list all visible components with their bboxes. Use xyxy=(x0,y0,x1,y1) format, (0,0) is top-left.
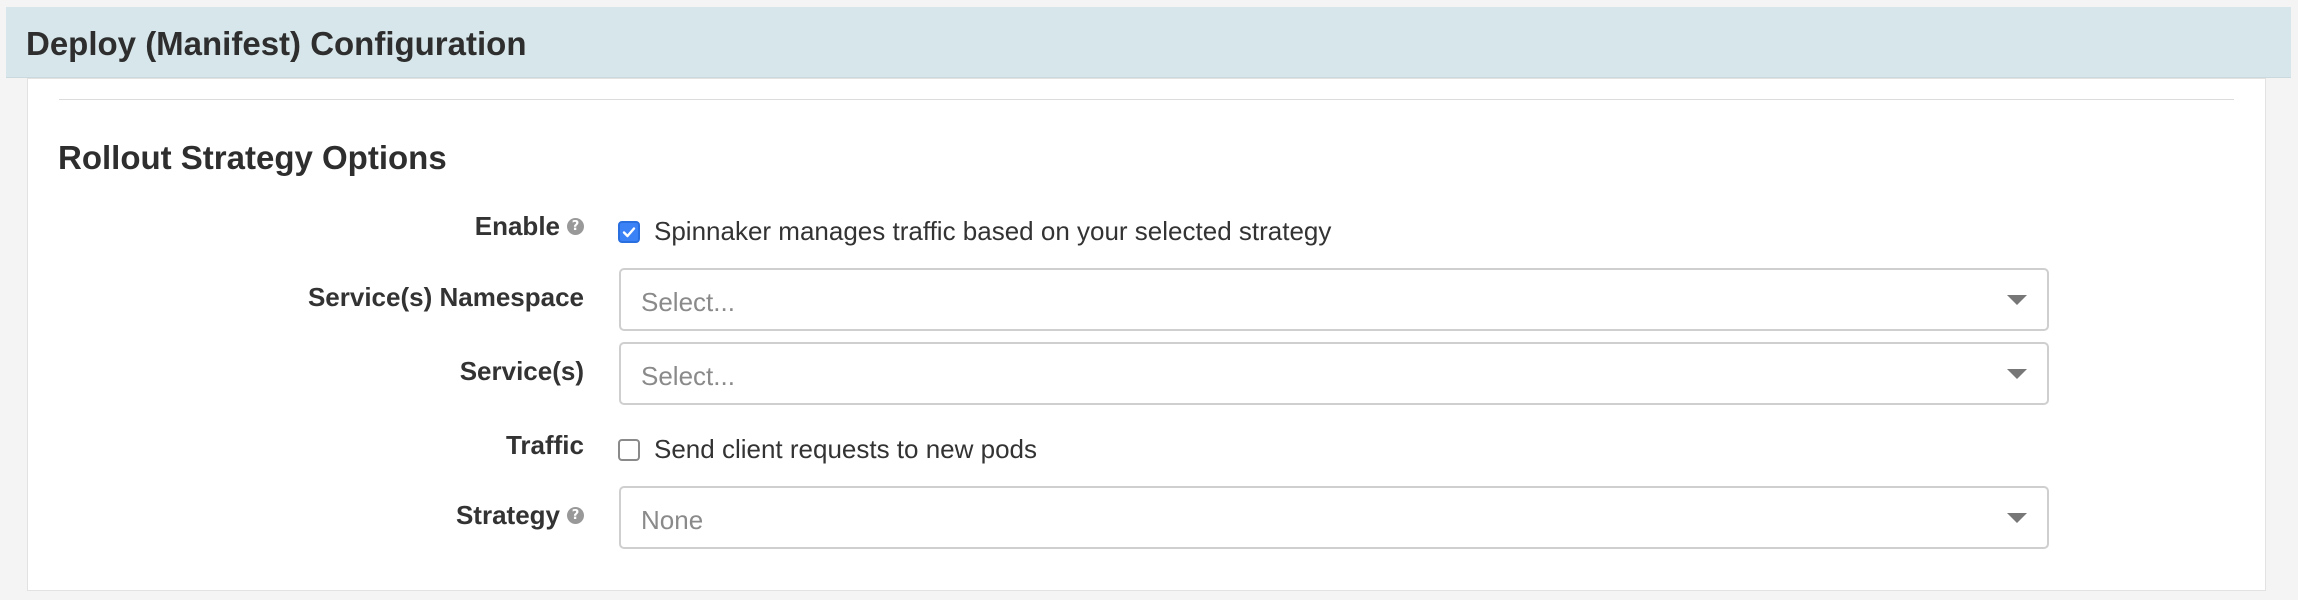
traffic-label-group: Traffic xyxy=(506,430,584,461)
header-title: Deploy (Manifest) Configuration xyxy=(26,25,527,62)
caret-down-icon[interactable] xyxy=(2007,513,2027,523)
traffic-checkbox-label[interactable]: Send client requests to new pods xyxy=(654,434,1037,465)
page: Deploy (Manifest) Configuration Rollout … xyxy=(0,0,2298,600)
config-panel: Rollout Strategy Options Enable ? Spinna… xyxy=(27,78,2266,591)
help-icon[interactable]: ? xyxy=(567,218,584,235)
traffic-label: Traffic xyxy=(505,430,584,460)
enable-checkbox[interactable] xyxy=(618,220,640,243)
namespace-select[interactable]: Select... xyxy=(619,268,2049,331)
checkmark-icon xyxy=(622,226,636,237)
traffic-checkbox-row[interactable]: Send client requests to new pods xyxy=(618,434,1037,465)
namespace-label-group: Service(s) Namespace xyxy=(308,282,584,313)
enable-label-group: Enable ? xyxy=(475,211,584,242)
enable-checkbox-row[interactable]: Spinnaker manages traffic based on your … xyxy=(618,216,1331,247)
strategy-select[interactable]: None xyxy=(619,486,2049,549)
section-title: Rollout Strategy Options xyxy=(58,139,447,176)
divider xyxy=(59,99,2234,100)
namespace-label: Service(s) Namespace xyxy=(307,282,584,312)
enable-checkbox-label[interactable]: Spinnaker manages traffic based on your … xyxy=(654,216,1331,247)
namespace-select-placeholder: Select... xyxy=(641,287,735,317)
enable-label: Enable xyxy=(474,211,560,241)
caret-down-icon[interactable] xyxy=(2007,369,2027,379)
strategy-select-value: None xyxy=(641,505,704,535)
services-select[interactable]: Select... xyxy=(619,342,2049,405)
services-label: Service(s) xyxy=(459,356,584,386)
strategy-label-group: Strategy ? xyxy=(456,500,584,531)
help-icon[interactable]: ? xyxy=(567,507,584,524)
caret-down-icon[interactable] xyxy=(2007,295,2027,305)
section-header: Deploy (Manifest) Configuration xyxy=(6,7,2291,78)
traffic-checkbox[interactable] xyxy=(618,438,640,461)
services-select-placeholder: Select... xyxy=(641,361,735,391)
services-label-group: Service(s) xyxy=(460,356,584,387)
strategy-label: Strategy xyxy=(455,500,560,530)
